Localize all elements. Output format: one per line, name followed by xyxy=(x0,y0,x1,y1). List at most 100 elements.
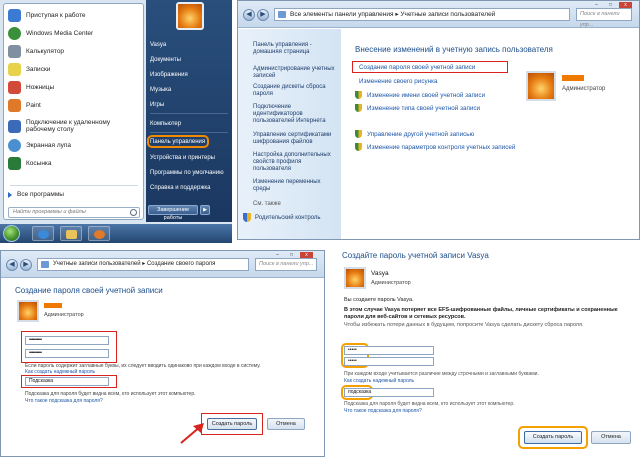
forward-button[interactable]: ▶ xyxy=(257,9,269,21)
program-item[interactable]: Записки xyxy=(8,62,142,77)
confirm-password-field[interactable]: ••••• xyxy=(344,357,434,366)
search-input[interactable]: Поиск в панели упр... xyxy=(576,8,632,28)
profile-properties-link[interactable]: Настройка дополнительных свойств профиля… xyxy=(253,152,337,173)
taskbar-media-button[interactable] xyxy=(88,226,110,241)
program-item[interactable]: Ножницы xyxy=(8,80,142,95)
certificates-link[interactable]: Управление сертификатами шифрования файл… xyxy=(253,132,337,146)
all-programs-button[interactable]: Все программы xyxy=(8,191,64,198)
hint-visibility-note: Подсказка для пароля будет видна всем, к… xyxy=(344,401,515,407)
create-password-button[interactable]: Создать пароль xyxy=(207,418,257,430)
program-item[interactable]: Экранная лупа xyxy=(8,138,142,153)
manage-other-account-link[interactable]: Управление другой учетной записью xyxy=(355,130,474,138)
back-button[interactable]: ◀ xyxy=(243,9,255,21)
minimize-button[interactable]: – xyxy=(590,2,603,8)
places-item-control-panel[interactable]: Панель управления xyxy=(150,139,205,145)
program-label: Записки xyxy=(26,66,51,73)
breadcrumb-item[interactable]: Все элементы панели управления xyxy=(290,11,394,18)
forward-button[interactable]: ▶ xyxy=(20,259,32,271)
strong-password-link[interactable]: Как создать надежный пароль xyxy=(344,378,414,384)
places-item-documents[interactable]: Документы xyxy=(150,57,181,63)
page-title: Внесение изменений в учетную запись поль… xyxy=(355,45,553,54)
parental-controls-link[interactable]: Родительский контроль xyxy=(243,213,341,222)
change-type-link[interactable]: Изменение типа своей учетной записи xyxy=(355,104,480,112)
password-hint-field[interactable]: подсказка xyxy=(344,388,434,397)
close-button[interactable]: x xyxy=(619,2,632,8)
avatar xyxy=(17,300,39,322)
places-item-devices[interactable]: Устройства и принтеры xyxy=(150,155,215,161)
what-is-hint-link[interactable]: Что такое подсказка для пароля? xyxy=(25,398,103,404)
task-pane: Панель управления - домашняя страница Ад… xyxy=(238,29,341,239)
snipping-tool-icon xyxy=(8,81,21,94)
pointer-arrow-icon xyxy=(180,423,204,444)
reset-disk-link[interactable]: Создание дискеты сброса пароля xyxy=(253,84,337,98)
search-input[interactable]: Поиск в панели упр... xyxy=(255,258,317,271)
admin-accounts-link[interactable]: Администрирование учетных записей xyxy=(253,66,337,80)
home-link[interactable]: Панель управления - домашняя страница xyxy=(253,42,337,56)
program-item[interactable]: Косынка xyxy=(8,156,142,171)
uac-settings-link[interactable]: Изменение параметров контроля учетных за… xyxy=(355,143,515,151)
folder-icon xyxy=(66,230,77,239)
places-item-help[interactable]: Справка и поддержка xyxy=(150,185,210,191)
internet-explorer-icon xyxy=(38,230,49,239)
breadcrumb-item[interactable]: Учетные записи пользователей xyxy=(53,261,141,267)
breadcrumb-item[interactable]: Создание своего пароля xyxy=(147,261,215,267)
cancel-button[interactable]: Отмена xyxy=(267,418,305,430)
program-label: Подключение к удаленному рабочему столу xyxy=(26,119,111,133)
uac-shield-icon xyxy=(355,91,362,99)
reset-disk-note: Чтобы избежать потери данных в будущем, … xyxy=(344,322,584,328)
vasya-password-dialog: Создайте пароль учетной записи Vasya Vas… xyxy=(331,245,640,457)
maximize-button[interactable]: □ xyxy=(604,2,617,8)
task-label: Изменение типа своей учетной записи xyxy=(367,104,481,112)
confirm-password-field[interactable]: •••••••••• xyxy=(25,349,109,358)
change-name-link[interactable]: Изменение имени своей учетной записи xyxy=(355,91,485,99)
password-field[interactable]: ••••• xyxy=(344,346,434,355)
creating-password-text: Вы создаете пароль Vasya. xyxy=(344,297,414,303)
create-password-button[interactable]: Создать пароль xyxy=(524,431,582,444)
cancel-button[interactable]: Отмена xyxy=(591,431,631,444)
places-item-default-programs[interactable]: Программы по умолчанию xyxy=(150,170,224,176)
close-button[interactable]: x xyxy=(300,252,313,258)
places-item-music[interactable]: Музыка xyxy=(150,87,171,93)
breadcrumb-item[interactable]: Учетные записи пользователей xyxy=(400,11,495,18)
places-item-user[interactable]: Vasya xyxy=(150,42,166,48)
online-ids-link[interactable]: Подключение идентификаторов пользователе… xyxy=(253,104,337,125)
program-item[interactable]: Калькулятор xyxy=(8,44,142,59)
taskbar-explorer-button[interactable] xyxy=(60,226,82,241)
address-input[interactable]: Все элементы панели управления ▸ Учетные… xyxy=(274,8,570,21)
what-is-hint-link[interactable]: Что такое подсказка для пароля? xyxy=(344,408,422,414)
program-item[interactable]: Приступая к работе xyxy=(8,8,142,23)
places-item-pictures[interactable]: Изображения xyxy=(150,72,188,78)
minimize-button[interactable]: – xyxy=(271,252,284,258)
password-hint-field[interactable]: Подсказка xyxy=(25,377,109,386)
dialog-title: Создайте пароль учетной записи Vasya xyxy=(342,251,489,260)
all-programs-label: Все программы xyxy=(17,191,64,198)
start-button[interactable] xyxy=(3,225,20,242)
program-item[interactable]: Подключение к удаленному рабочему столу xyxy=(8,116,142,136)
taskbar-ie-button[interactable] xyxy=(32,226,54,241)
user-picture[interactable] xyxy=(176,2,204,30)
program-item[interactable]: Paint xyxy=(8,98,142,113)
password-field[interactable]: •••••••••• xyxy=(25,336,109,345)
places-item-computer[interactable]: Компьютер xyxy=(150,121,181,127)
maximize-button[interactable]: □ xyxy=(285,252,298,258)
efs-warning-text: В этом случае Vasya потеряет все EFS-шиф… xyxy=(344,307,618,320)
start-menu-places-pane: Vasya Документы Изображения Музыка Игры … xyxy=(146,0,232,222)
start-search-input[interactable]: Найти программы и файлы xyxy=(8,207,140,218)
create-password-link[interactable]: Создание пароля своей учетной записи xyxy=(359,64,475,71)
env-vars-link[interactable]: Изменение переменных среды xyxy=(253,179,337,193)
places-item-games[interactable]: Игры xyxy=(150,102,164,108)
program-label: Ножницы xyxy=(26,84,55,91)
program-label: Приступая к работе xyxy=(26,12,86,19)
solitaire-icon xyxy=(8,157,21,170)
back-button[interactable]: ◀ xyxy=(6,259,18,271)
hint-visibility-note: Подсказка для пароля будет видна всем, к… xyxy=(25,391,196,397)
shutdown-options-button[interactable]: ▶ xyxy=(200,205,210,215)
address-input[interactable]: Учетные записи пользователей ▸ Создание … xyxy=(37,258,249,271)
account-role: Администратор xyxy=(44,312,84,318)
program-item[interactable]: Windows Media Center xyxy=(8,26,142,41)
media-player-icon xyxy=(94,230,105,239)
change-picture-link[interactable]: Изменение своего рисунка xyxy=(359,78,438,85)
shutdown-button[interactable]: Завершение работы xyxy=(148,205,198,221)
task-label: Изменение имени своей учетной записи xyxy=(367,91,486,99)
start-menu: Приступая к работе Windows Media Center … xyxy=(0,0,232,243)
